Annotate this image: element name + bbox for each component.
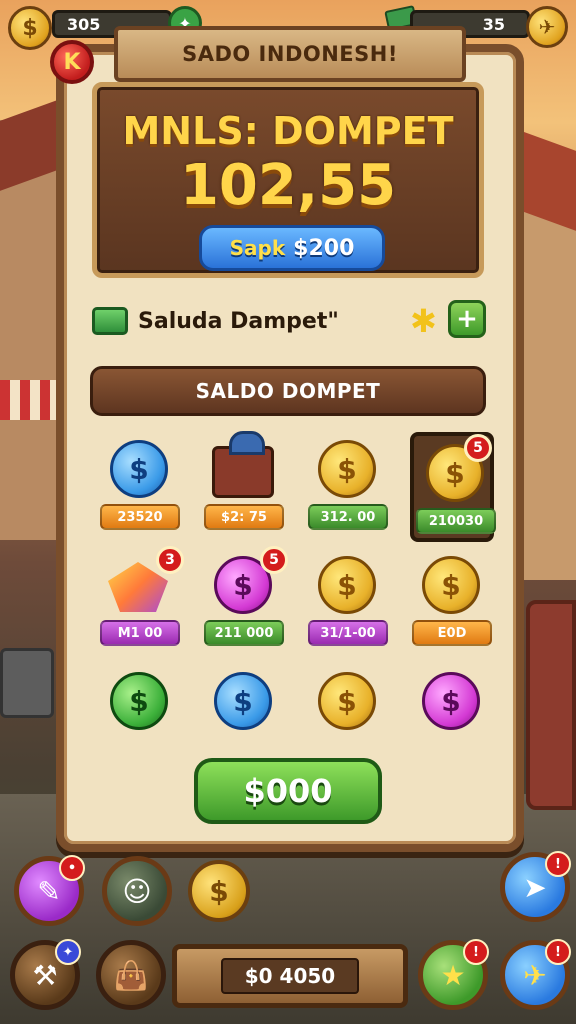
shop-item[interactable]: $312. 00: [306, 432, 390, 542]
star-icon[interactable]: ✱: [410, 302, 437, 340]
item-price: E0D: [412, 620, 492, 646]
wallet-amount: 102,55: [179, 153, 397, 218]
item-price: 31/1-00: [308, 620, 388, 646]
bag-icon: 👜: [113, 958, 149, 992]
coin-icon[interactable]: $: [8, 6, 52, 50]
plane-icon[interactable]: ✈: [526, 6, 568, 48]
currency-left-value: 305: [67, 14, 101, 34]
pink-coin-icon: $: [422, 672, 480, 730]
shop-item[interactable]: $31/1-00: [306, 548, 390, 658]
wallet-title: MNLS: DOMPET: [122, 109, 454, 153]
notification-badge: •: [59, 855, 85, 881]
item-count-badge: 5: [464, 434, 492, 462]
tool-badge: ✦: [55, 939, 81, 965]
wrench-icon: ⚒: [32, 958, 58, 992]
shop-item[interactable]: $210030 5: [410, 432, 496, 542]
arrow-icon: ➤: [523, 870, 547, 904]
gold-coin-icon: $: [422, 556, 480, 614]
item-price: $2: 75: [204, 504, 284, 530]
shop-item[interactable]: $2: 75: [202, 431, 286, 542]
item-count-badge: 5: [260, 546, 288, 574]
balance-label: Saluda Dampet": [138, 308, 339, 334]
item-count-badge: 3: [156, 546, 184, 574]
item-price: 210030: [416, 508, 496, 534]
balance-row: Saluda Dampet" ✱ +: [92, 298, 486, 344]
left-awning: [0, 380, 56, 420]
item-price: 312. 00: [308, 504, 388, 530]
shop-item[interactable]: M1 00 3: [98, 546, 184, 658]
bag-button[interactable]: 👜: [96, 940, 166, 1010]
item-price: M1 00: [100, 620, 180, 646]
item-price: 23520: [100, 504, 180, 530]
plane-badge: !: [545, 939, 571, 965]
coin-button[interactable]: $: [188, 860, 250, 922]
plane-button[interactable]: ✈!: [500, 939, 571, 1010]
plane-icon: ✈: [523, 958, 547, 992]
bottom-balance-value: $0 4050: [220, 958, 360, 994]
item-price: 211 000: [204, 620, 284, 646]
star-button[interactable]: ★!: [418, 939, 489, 1010]
buy-button[interactable]: $000: [194, 758, 382, 824]
cart-icon: [212, 431, 274, 498]
barrel: [0, 648, 54, 718]
wallet-display: MNLS: DOMPET 102,55 Sapk $200: [92, 82, 484, 278]
star-badge: !: [463, 939, 489, 965]
blue-coin-icon: $: [214, 672, 272, 730]
wallet-button-value: $200: [293, 235, 355, 261]
panel-title: SADO INDONESH!: [114, 26, 466, 82]
currency-right-value: 35: [482, 14, 505, 34]
close-button[interactable]: K: [50, 40, 94, 84]
person-icon: ☺: [122, 874, 152, 908]
wallet-action-button[interactable]: Sapk $200: [199, 225, 385, 271]
shop-item[interactable]: $: [98, 664, 182, 774]
pencil-icon: ✎: [37, 874, 61, 908]
character-button[interactable]: ☺: [102, 856, 172, 926]
shop-item[interactable]: $23520: [98, 432, 182, 542]
tool-button[interactable]: ⚒ ✦: [10, 939, 81, 1010]
star-icon: ★: [440, 958, 466, 992]
share-badge: !: [545, 851, 571, 877]
shop-item[interactable]: $ E0D: [410, 548, 494, 658]
share-button[interactable]: ➤!: [500, 851, 571, 922]
gold-coin-icon: $: [318, 672, 376, 730]
green-coin-icon: $: [110, 672, 168, 730]
cash-stack-icon: [92, 307, 128, 335]
add-button[interactable]: +: [448, 300, 486, 338]
gold-coin-icon: $: [318, 440, 376, 498]
pencil-button[interactable]: ✎ •: [14, 855, 85, 926]
blue-coin-icon: $: [110, 440, 168, 498]
wallet-button-prefix: Sapk: [229, 236, 286, 260]
gold-coin-icon: $: [318, 556, 376, 614]
section-title: SALDO DOMPET: [90, 366, 486, 416]
bottom-balance: $0 4050: [172, 944, 408, 1008]
shop-item[interactable]: $211 000 5: [202, 546, 288, 658]
shop-item[interactable]: $: [410, 664, 494, 774]
chair: [526, 600, 576, 810]
